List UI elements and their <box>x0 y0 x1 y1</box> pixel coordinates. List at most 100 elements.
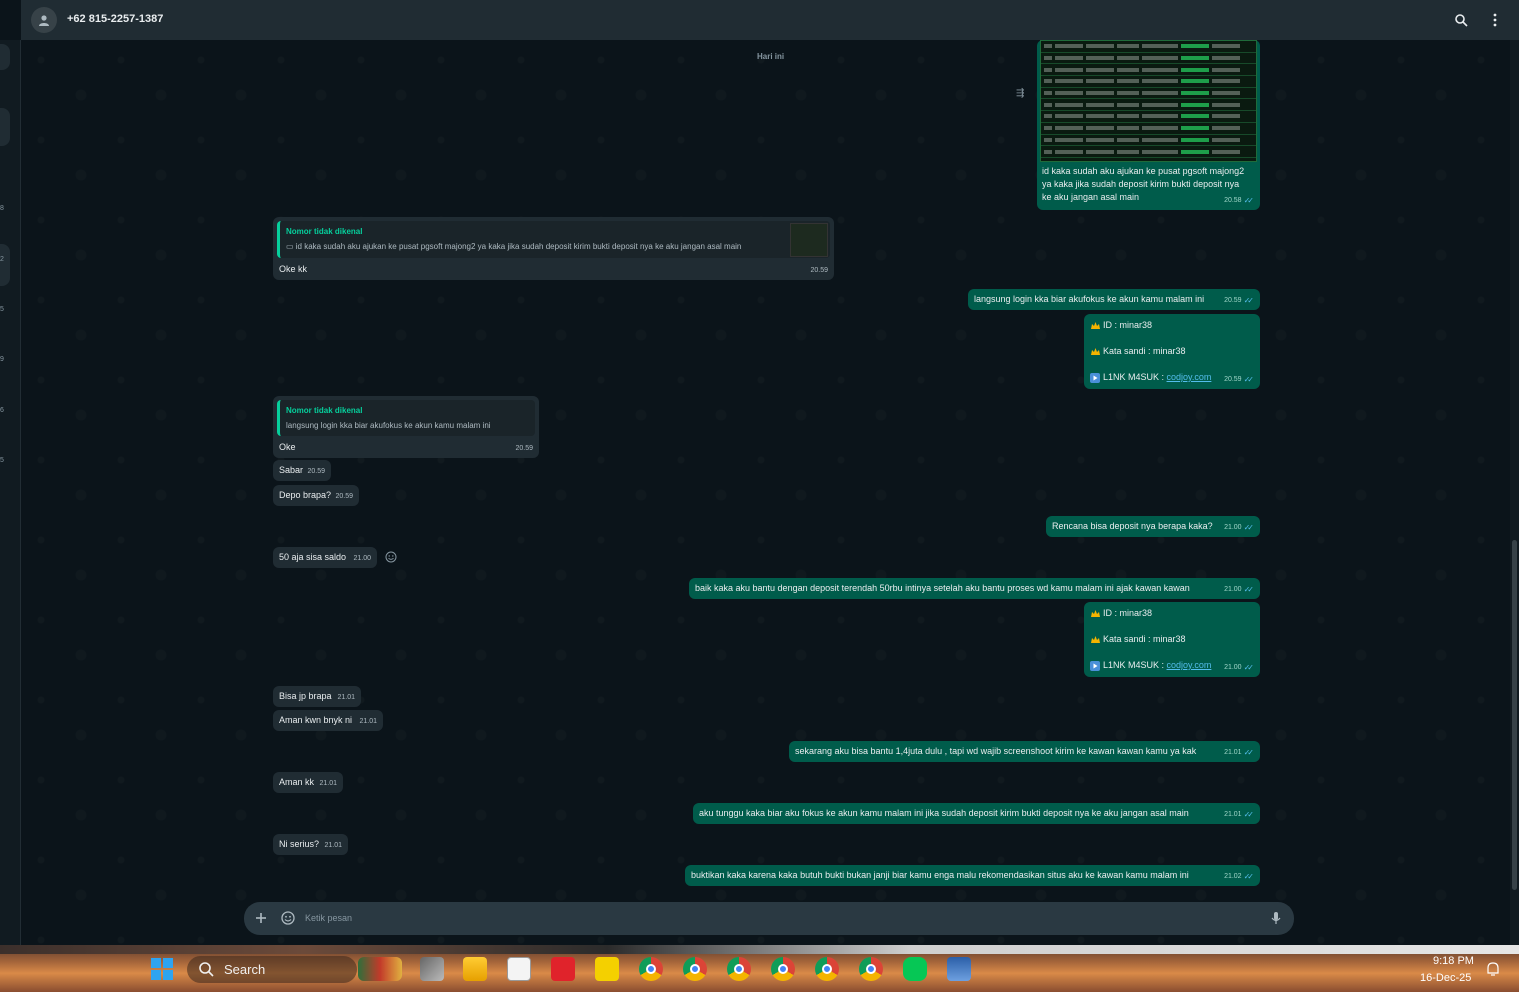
spreadsheet-row <box>1041 135 1256 147</box>
rail-number: 5 <box>0 306 4 313</box>
image-message[interactable]: id kaka sudah aku ajukan ke pusat pgsoft… <box>1037 40 1260 210</box>
spreadsheet-cell <box>1044 149 1052 154</box>
task-view-icon[interactable] <box>420 957 444 981</box>
outgoing-message[interactable]: aku tunggu kaka biar aku fokus ke akun k… <box>693 803 1260 824</box>
taskbar-clock-time[interactable]: 9:18 PM <box>1433 955 1474 967</box>
file-explorer-icon[interactable] <box>463 957 487 981</box>
spreadsheet-cell <box>1055 102 1083 107</box>
spreadsheet-cell <box>1055 149 1083 154</box>
site-link[interactable]: codjoy.com <box>1167 372 1212 382</box>
spreadsheet-cell <box>1117 114 1139 119</box>
spreadsheet-cell <box>1212 79 1240 84</box>
chrome-icon[interactable] <box>771 957 795 981</box>
scrollbar-thumb[interactable] <box>1512 540 1517 890</box>
message-composer[interactable]: Ketik pesan <box>244 902 1294 935</box>
react-emoji-icon[interactable] <box>385 550 397 568</box>
incoming-message[interactable]: Nomor tidak dikenal langsung login kka b… <box>273 396 539 458</box>
microphone-icon[interactable] <box>1268 910 1284 926</box>
message-time: 21.01 <box>337 694 355 701</box>
emoji-icon[interactable] <box>280 910 296 926</box>
windows-start-icon[interactable] <box>150 957 174 981</box>
spreadsheet-cell <box>1055 137 1083 142</box>
outgoing-message[interactable]: ID : minar38 Kata sandi : minar38 L1NK M… <box>1084 602 1260 677</box>
message-time: 20.58 <box>1224 197 1242 204</box>
message-meta: 21.00 ✓✓ <box>1224 521 1254 534</box>
spreadsheet-cell <box>1142 126 1178 131</box>
message-list[interactable]: Hari ini ⇶ id kaka sudah aku ajukan ke p… <box>21 40 1510 945</box>
spreadsheet-cell <box>1044 137 1052 142</box>
quoted-message[interactable]: Nomor tidak dikenal langsung login kka b… <box>277 400 535 436</box>
crown-icon <box>1090 609 1101 619</box>
contact-name[interactable]: +62 815-2257-1387 <box>67 13 163 25</box>
outgoing-message[interactable]: Rencana bisa deposit nya berapa kaka? 21… <box>1046 516 1260 537</box>
wps-office-icon[interactable] <box>551 957 575 981</box>
search-icon[interactable] <box>1452 11 1470 29</box>
attach-plus-icon[interactable] <box>253 910 269 926</box>
spreadsheet-cell <box>1055 91 1083 96</box>
more-vertical-icon[interactable] <box>1486 11 1504 29</box>
incoming-message[interactable]: Aman kwn bnyk ni 21.01 <box>273 710 383 731</box>
crown-icon <box>1090 635 1101 645</box>
message-input[interactable]: Ketik pesan <box>305 913 352 923</box>
outgoing-message[interactable]: ID : minar38 Kata sandi : minar38 L1NK M… <box>1084 314 1260 389</box>
spreadsheet-row <box>1041 146 1256 158</box>
spreadsheet-cell <box>1142 44 1178 49</box>
spreadsheet-cell <box>1142 67 1178 72</box>
password-line: Kata sandi : minar38 <box>1090 633 1254 646</box>
search-highlight-icon[interactable] <box>358 957 402 981</box>
message-meta: 20.59 <box>810 264 828 277</box>
chrome-icon[interactable] <box>859 957 883 981</box>
spreadsheet-cell <box>1142 102 1178 107</box>
spreadsheet-cell <box>1212 126 1240 131</box>
incoming-message[interactable]: Ni serius? 21.01 <box>273 834 348 855</box>
spreadsheet-cell <box>1086 44 1114 49</box>
chrome-icon[interactable] <box>683 957 707 981</box>
notification-icon[interactable] <box>1486 962 1500 981</box>
caption-line: id kaka sudah aku ajukan ke pusat pgsoft… <box>1042 166 1245 176</box>
incoming-message[interactable]: Bisa jp brapa 21.01 <box>273 686 361 707</box>
rail-pill[interactable] <box>0 244 10 286</box>
sticky-notes-icon[interactable] <box>595 957 619 981</box>
taskbar-clock-date[interactable]: 16-Dec-25 <box>1420 972 1471 984</box>
spreadsheet-cell <box>1212 67 1240 72</box>
message-time: 21.01 <box>359 718 377 725</box>
message-meta: 21.02 ✓✓ <box>1224 870 1254 883</box>
quoted-message[interactable]: Nomor tidak dikenal ▭ id kaka sudah aku … <box>277 221 830 258</box>
spreadsheet-cell <box>1086 67 1114 72</box>
chrome-icon[interactable] <box>815 957 839 981</box>
link-prefix: L1NK M4SUK : <box>1103 660 1167 670</box>
forward-icon[interactable]: ⇶ <box>1016 88 1024 99</box>
chrome-icon[interactable] <box>727 957 751 981</box>
outgoing-message[interactable]: sekarang aku bisa bantu 1,4juta dulu , t… <box>789 741 1260 762</box>
message-time: 20.59 <box>1224 376 1242 383</box>
incoming-message[interactable]: 50 aja sisa saldo 21.00 <box>273 547 377 568</box>
incoming-message[interactable]: Aman kk 21.01 <box>273 772 343 793</box>
spreadsheet-cell <box>1044 44 1052 49</box>
spreadsheet-cell <box>1055 44 1083 49</box>
outgoing-message[interactable]: langsung login kka biar akufokus ke akun… <box>968 289 1260 310</box>
outgoing-message[interactable]: baik kaka aku bantu dengan deposit teren… <box>689 578 1260 599</box>
incoming-message[interactable]: Nomor tidak dikenal ▭ id kaka sudah aku … <box>273 217 834 280</box>
outgoing-message[interactable]: buktikan kaka karena kaka butuh bukti bu… <box>685 865 1260 886</box>
spreadsheet-cell <box>1044 114 1052 119</box>
message-text: baik kaka aku bantu dengan deposit teren… <box>695 583 1190 593</box>
spreadsheet-cell <box>1044 102 1052 107</box>
id-line: ID : minar38 <box>1090 607 1254 620</box>
site-link[interactable]: codjoy.com <box>1167 660 1212 670</box>
message-meta: 21.01 ✓✓ <box>1224 746 1254 759</box>
message-time: 21.00 <box>1224 586 1242 593</box>
line-app-icon[interactable] <box>903 957 927 981</box>
spreadsheet-cell <box>1055 67 1083 72</box>
spreadsheet-cell <box>1181 102 1209 107</box>
chrome-icon[interactable] <box>639 957 663 981</box>
incoming-message[interactable]: Sabar 20.59 <box>273 460 331 481</box>
avatar-person-icon[interactable] <box>31 7 57 33</box>
app-icon[interactable] <box>947 957 971 981</box>
rail-pill[interactable] <box>0 44 10 70</box>
notepad-icon[interactable] <box>507 957 531 981</box>
spreadsheet-image[interactable] <box>1040 40 1257 162</box>
spreadsheet-cell <box>1117 56 1139 61</box>
incoming-message[interactable]: Depo brapa? 20.59 <box>273 485 359 506</box>
rail-pill[interactable] <box>0 108 10 146</box>
photo-icon: ▭ <box>286 242 296 251</box>
